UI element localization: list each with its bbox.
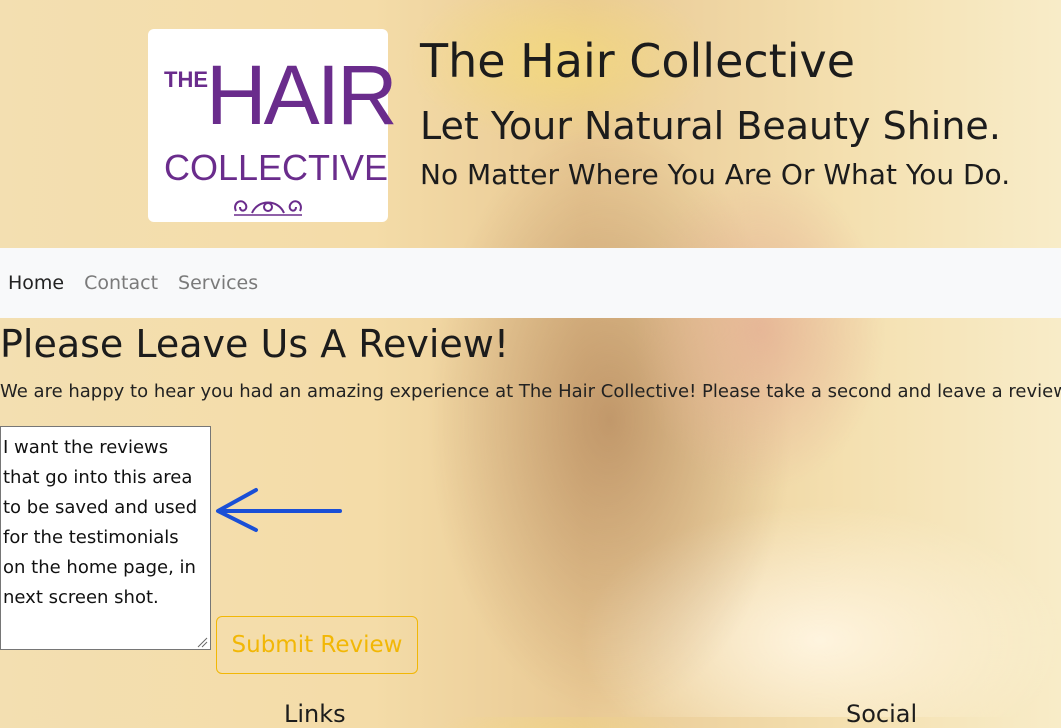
site-subtagline: No Matter Where You Are Or What You Do. [420,158,1011,191]
logo-swirl-icon [234,200,302,216]
logo-collective-text: COLLECTIVE [164,147,389,188]
review-intro-text: We are happy to hear you had an amazing … [0,381,1061,402]
left-arrow-icon [216,488,342,532]
nav-contact[interactable]: Contact [84,272,158,294]
review-textarea[interactable]: I want the reviews that go into this are… [0,426,211,650]
footer-links-heading: Links [284,700,346,728]
review-heading: Please Leave Us A Review! [0,322,510,366]
logo-hair-text: HAIR [206,48,398,142]
nav-home[interactable]: Home [8,272,64,294]
submit-review-button[interactable]: Submit Review [216,616,418,674]
nav-services[interactable]: Services [178,272,258,294]
logo-the-text: THE [164,67,208,92]
main-navbar: Home Contact Services [0,248,1061,318]
logo[interactable]: THE HAIR COLLECTIVE [148,29,398,222]
footer-social-heading: Social [846,700,918,728]
site-header: THE HAIR COLLECTIVE The Hair Collective … [0,0,1061,248]
site-title: The Hair Collective [420,34,856,88]
site-tagline: Let Your Natural Beauty Shine. [420,104,1001,148]
resize-grip-icon[interactable] [196,636,208,648]
